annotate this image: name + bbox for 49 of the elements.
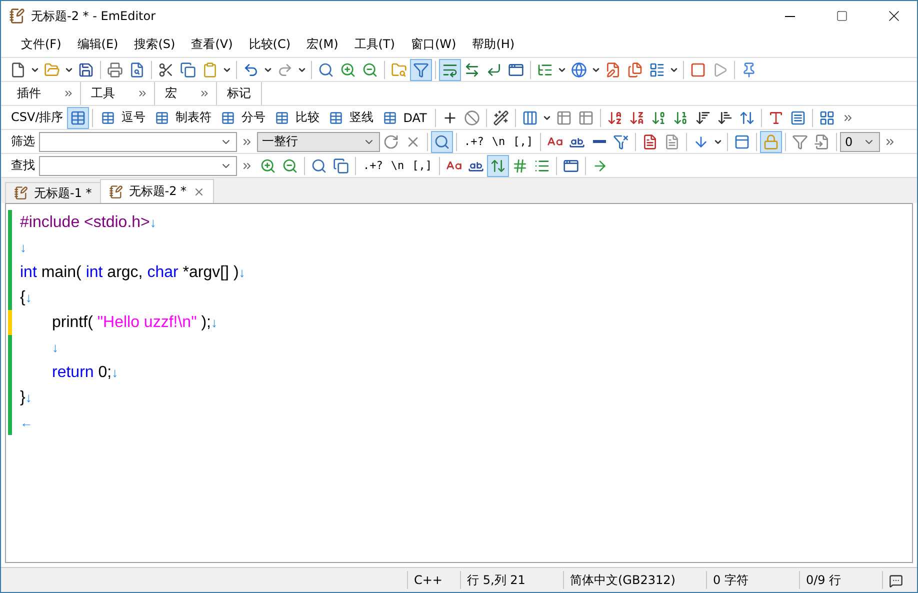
- code-line: ↓: [20, 238, 26, 256]
- regex-option-button[interactable]: .+?: [460, 130, 488, 152]
- menu-item[interactable]: 工具(T): [346, 32, 403, 56]
- regex-option-button[interactable]: \n: [488, 130, 510, 152]
- toolbar-label: 查找: [10, 157, 36, 174]
- csv-mode-button[interactable]: 制表符: [150, 106, 216, 128]
- status-field: 0/9 行: [799, 571, 882, 589]
- regex-option-button[interactable]: [,]: [509, 130, 537, 152]
- select-box[interactable]: 0: [840, 132, 880, 152]
- select-box[interactable]: 一整行: [257, 132, 380, 152]
- regex-option-button[interactable]: [,]: [408, 154, 436, 176]
- regex-option-button[interactable]: .+?: [359, 154, 387, 176]
- status-field: 行 5,列 21: [460, 571, 563, 589]
- menu-item[interactable]: 比较(C): [240, 32, 299, 56]
- csv-mode-button[interactable]: DAT: [378, 106, 432, 128]
- csv-mode-button[interactable]: 竖线: [324, 106, 378, 128]
- menu-item[interactable]: 编辑(E): [69, 32, 126, 56]
- toolbar-label: CSV/排序: [10, 109, 64, 126]
- csv-mode-button[interactable]: 比较: [270, 106, 324, 128]
- status-field: 简体中文(GB2312): [563, 571, 706, 589]
- toolbar-band-label: 标记: [226, 85, 252, 102]
- toolbar-label: 筛选: [10, 133, 36, 150]
- menu-item[interactable]: 搜索(S): [126, 32, 184, 56]
- code-line: printf( "Hello uzzf!\n" );↓: [51, 314, 218, 332]
- tab-label: 无标题-2 *: [128, 183, 187, 200]
- menu-item[interactable]: 文件(F): [13, 32, 70, 56]
- menu-item[interactable]: 宏(M): [298, 32, 346, 56]
- menu-item[interactable]: 查看(V): [183, 32, 241, 56]
- toolbar-band-label: 插件: [16, 85, 42, 102]
- document-tab[interactable]: 无标题-1 *: [5, 182, 101, 203]
- window-title: 无标题-2 * - EmEditor: [31, 8, 157, 24]
- code-line: ←: [20, 414, 33, 432]
- toolbar-band-label: 工具: [90, 85, 116, 102]
- code-line: }↓: [20, 388, 32, 406]
- code-line: return 0;↓: [51, 364, 118, 382]
- menu-item[interactable]: 窗口(W): [402, 32, 464, 56]
- csv-mode-button[interactable]: 分号: [216, 106, 270, 128]
- toolbar-band-label: 宏: [164, 85, 178, 102]
- document-tab[interactable]: 无标题-2 *: [100, 179, 214, 203]
- csv-mode-button[interactable]: 逗号: [96, 106, 150, 128]
- code-line: #include <stdio.h>↓: [20, 214, 156, 232]
- menu-item[interactable]: 帮助(H): [464, 32, 523, 56]
- tab-label: 无标题-1 *: [34, 184, 92, 202]
- code-line: ↓: [51, 338, 58, 356]
- status-field: 0 字符: [706, 571, 799, 589]
- status-field: C++: [407, 571, 460, 589]
- regex-option-button[interactable]: \n: [386, 154, 408, 176]
- code-line: int main( int argc, char *argv[] )↓: [20, 264, 246, 282]
- code-line: {↓: [20, 288, 32, 306]
